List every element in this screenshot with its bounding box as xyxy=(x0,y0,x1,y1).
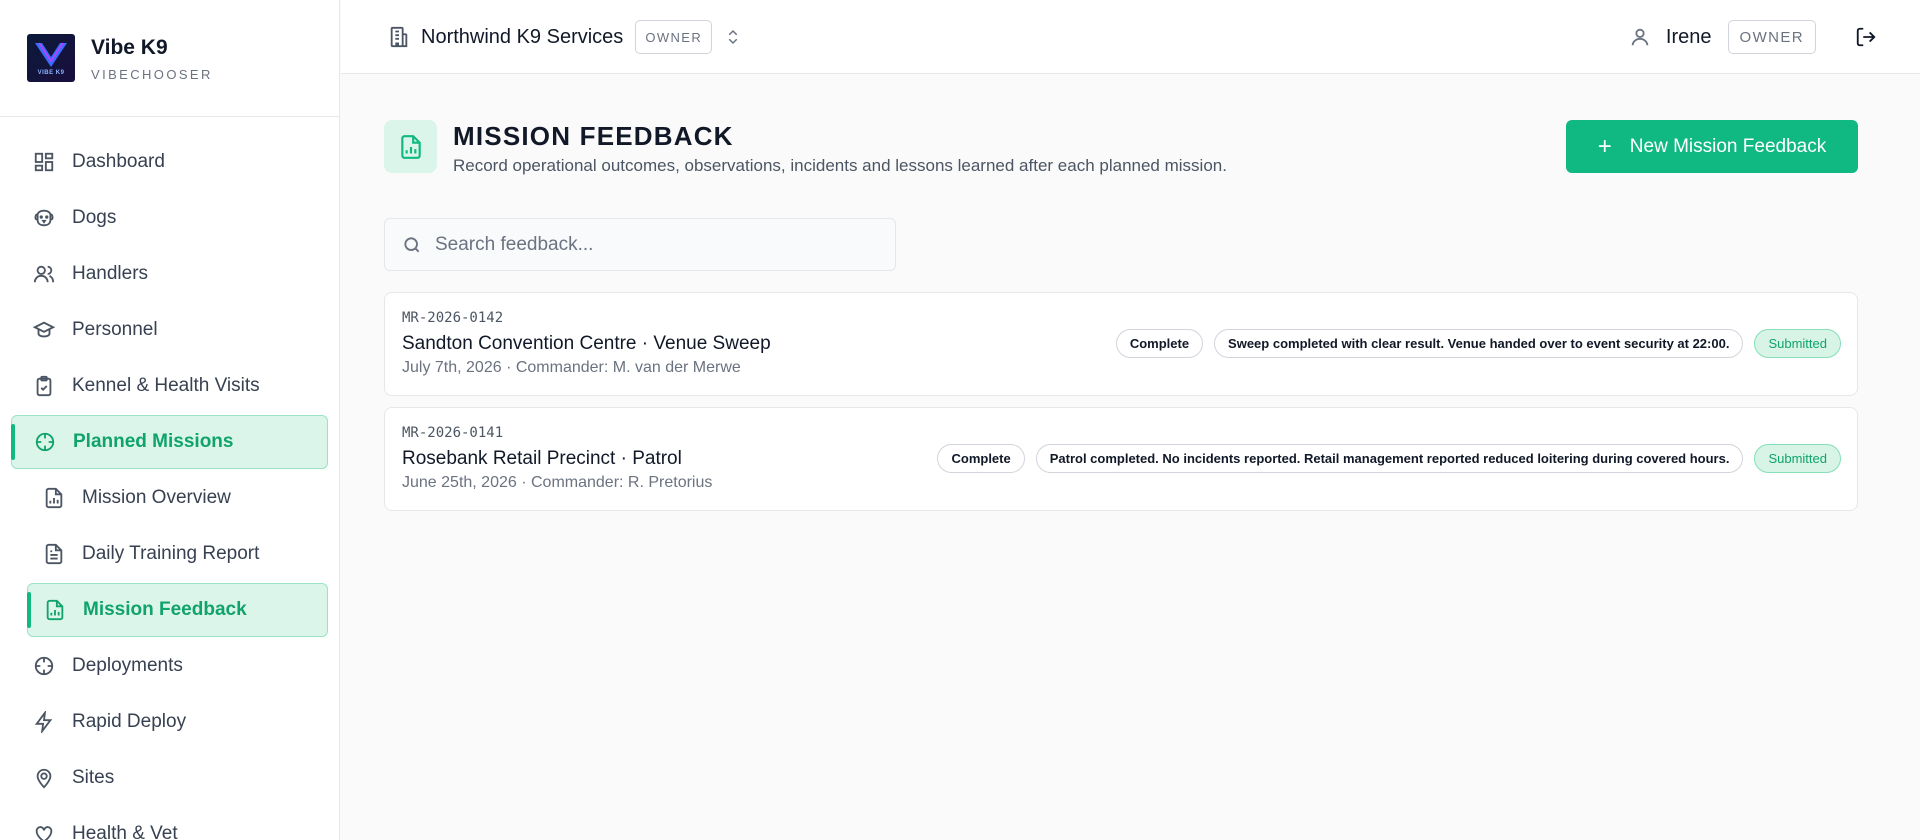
page-title: MISSION FEEDBACK xyxy=(453,121,734,151)
user-icon xyxy=(1628,25,1652,49)
dashboard-icon xyxy=(32,150,56,174)
clipboard-check-icon xyxy=(32,374,56,398)
chevrons-up-down-icon[interactable] xyxy=(724,25,744,49)
building-icon xyxy=(387,25,411,49)
outcome-badge: Complete xyxy=(1115,329,1204,358)
summary-badge: Patrol completed. No incidents reported.… xyxy=(1035,444,1744,473)
organization-name: Northwind K9 Services xyxy=(421,25,624,48)
file-chart-icon xyxy=(42,486,66,510)
feedback-list: MR-2026-0142 Sandton Convention Centre ·… xyxy=(384,292,1858,511)
sidebar-item-label: Handlers xyxy=(72,263,149,284)
logout-icon[interactable] xyxy=(1854,25,1878,49)
sidebar-item-label: Deployments xyxy=(72,655,183,676)
sidebar-item-dashboard[interactable]: Dashboard xyxy=(0,134,339,190)
mission-meta: June 25th, 2026 · Commander: R. Pretoriu… xyxy=(402,474,713,491)
sidebar-item-health-vet[interactable]: Health & Vet xyxy=(0,806,339,840)
sidebar-item-label: Health & Vet xyxy=(72,823,178,840)
feedback-card[interactable]: MR-2026-0142 Sandton Convention Centre ·… xyxy=(384,292,1858,396)
sidebar-item-label: Mission Overview xyxy=(82,487,231,508)
new-mission-feedback-button[interactable]: + New Mission Feedback xyxy=(1566,120,1858,173)
sidebar-item-daily-training-report[interactable]: Daily Training Report xyxy=(0,526,339,582)
status-badge: Submitted xyxy=(1754,444,1841,473)
dog-icon xyxy=(32,206,56,230)
feedback-card[interactable]: MR-2026-0141 Rosebank Retail Precinct · … xyxy=(384,407,1858,511)
map-pin-icon xyxy=(32,766,56,790)
sidebar-item-personnel[interactable]: Personnel xyxy=(0,302,339,358)
file-text-icon xyxy=(42,542,66,566)
summary-badge: Sweep completed with clear result. Venue… xyxy=(1214,329,1744,358)
sidebar-item-label: Kennel & Health Visits xyxy=(72,375,260,396)
logo-text: VIBE K9 xyxy=(37,69,65,76)
file-chart-icon xyxy=(384,120,437,173)
crosshair-icon xyxy=(32,654,56,678)
status-badge: Submitted xyxy=(1754,329,1841,358)
search-box xyxy=(384,218,896,271)
page-header: MISSION FEEDBACK Record operational outc… xyxy=(384,120,1858,176)
sidebar-item-dogs[interactable]: Dogs xyxy=(0,190,339,246)
sidebar-item-label: Dashboard xyxy=(72,151,165,172)
vibe-k9-logo: VIBE K9 xyxy=(27,34,75,82)
organization-switcher[interactable]: Northwind K9 Services OWNER xyxy=(387,20,744,54)
outcome-badge: Complete xyxy=(937,444,1025,473)
main-content: MISSION FEEDBACK Record operational outc… xyxy=(384,120,1858,522)
sidebar-item-planned-missions[interactable]: Planned Missions xyxy=(11,415,328,469)
health-icon xyxy=(32,822,56,840)
sidebar-item-label: Daily Training Report xyxy=(82,543,260,564)
user-role-badge: OWNER xyxy=(1727,20,1816,54)
sidebar-item-rapid-deploy[interactable]: Rapid Deploy xyxy=(0,694,339,750)
sidebar-item-mission-overview[interactable]: Mission Overview xyxy=(0,470,339,526)
new-mission-feedback-label: New Mission Feedback xyxy=(1629,135,1827,157)
search-input[interactable] xyxy=(435,233,875,256)
sidebar-item-label: Rapid Deploy xyxy=(72,711,187,732)
sidebar-item-mission-feedback[interactable]: Mission Feedback xyxy=(27,583,328,637)
mission-meta: July 7th, 2026 · Commander: M. van der M… xyxy=(402,359,741,376)
zap-icon xyxy=(32,710,56,734)
sidebar: VIBE K9 Vibe K9 VIBECHOOSER Dashboard Do… xyxy=(0,0,340,840)
file-chart-icon xyxy=(43,598,67,622)
sidebar-item-handlers[interactable]: Handlers xyxy=(0,246,339,302)
sidebar-item-kennel-health-visits[interactable]: Kennel & Health Visits xyxy=(0,358,339,414)
page-description: Record operational outcomes, observation… xyxy=(453,156,1227,175)
mission-title: Rosebank Retail Precinct · Patrol xyxy=(402,448,682,469)
organization-role-badge: OWNER xyxy=(635,20,713,54)
mission-title: Sandton Convention Centre · Venue Sweep xyxy=(402,333,771,354)
search-icon xyxy=(401,234,423,256)
brand-name: Vibe K9 xyxy=(91,35,168,59)
brand-subtitle: VIBECHOOSER xyxy=(91,66,213,82)
brand[interactable]: VIBE K9 Vibe K9 VIBECHOOSER xyxy=(0,0,339,117)
sidebar-nav: Dashboard Dogs Handlers Personnel Kennel… xyxy=(0,117,339,840)
sidebar-item-deployments[interactable]: Deployments xyxy=(0,638,339,694)
plus-icon: + xyxy=(1597,132,1612,160)
crosshair-icon xyxy=(33,430,57,454)
users-icon xyxy=(32,262,56,286)
sidebar-item-sites[interactable]: Sites xyxy=(0,750,339,806)
mission-code: MR-2026-0142 xyxy=(402,310,504,326)
topbar: Northwind K9 Services OWNER Irene OWNER xyxy=(341,0,1920,74)
sidebar-item-label: Planned Missions xyxy=(73,431,234,452)
sidebar-item-label: Dogs xyxy=(72,207,117,228)
user-name: Irene xyxy=(1665,25,1712,48)
sidebar-item-label: Personnel xyxy=(72,319,158,340)
user-menu: Irene OWNER xyxy=(1628,20,1920,54)
sidebar-item-label: Mission Feedback xyxy=(83,599,247,620)
mission-code: MR-2026-0141 xyxy=(402,425,504,441)
sidebar-item-label: Sites xyxy=(72,767,115,788)
graduation-cap-icon xyxy=(32,318,56,342)
